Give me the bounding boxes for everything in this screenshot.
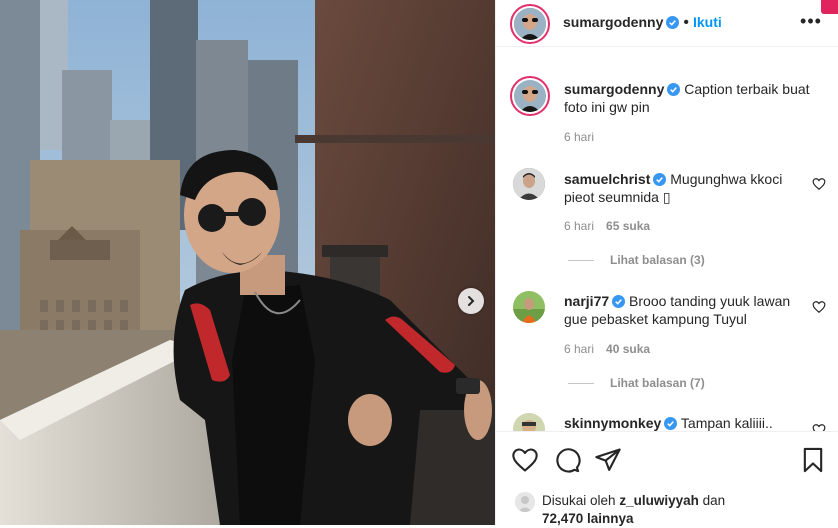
post-photo[interactable] [0, 0, 495, 525]
liked-by-user[interactable]: z_uluwiyyah [619, 493, 699, 508]
comment-body-line1: Brooo tanding yuuk lawan [629, 293, 791, 309]
caption-avatar[interactable] [510, 76, 550, 116]
liked-by-prefix: Disukai oleh [542, 493, 616, 508]
share-icon[interactable] [594, 446, 622, 474]
heart-icon[interactable] [511, 446, 539, 474]
instagram-post-view: sumargodenny • Ikuti ••• sumargodenny Ca… [0, 0, 838, 526]
avatar-image [513, 291, 545, 323]
photo-illustration [0, 0, 495, 525]
view-replies-label: Lihat balasan (7) [610, 376, 705, 390]
follow-button[interactable]: Ikuti [693, 14, 722, 30]
verified-badge-icon [664, 417, 678, 430]
comment-text: narji77 Brooo tanding yuuk lawan gue peb… [564, 292, 809, 328]
comment-meta: 6 hari 65 suka [564, 219, 650, 233]
comment-text: samuelchrist Mugunghwa kkoci pieot seumn… [564, 170, 809, 206]
comment-body-line1: Tampan kaliiii.. [680, 415, 773, 431]
post-header: sumargodenny • Ikuti ••• [496, 0, 838, 47]
verified-badge-icon [667, 83, 681, 96]
close-tab-marker [821, 0, 838, 14]
liker-avatar[interactable] [515, 492, 535, 512]
avatar-image [515, 492, 535, 512]
caption-username[interactable]: sumargodenny [564, 81, 664, 97]
caption-time: 6 hari [564, 130, 595, 144]
caption-text: sumargodenny Caption terbaik buat foto i… [564, 80, 826, 116]
caption-body-line1: Caption terbaik buat [684, 81, 810, 97]
comment-icon[interactable] [553, 446, 581, 474]
comment-username[interactable]: samuelchrist [564, 171, 650, 187]
comment-body-line2: gue pebasket kampung Tuyul [564, 311, 747, 327]
comment-like-heart-icon[interactable] [812, 423, 826, 431]
replies-divider [568, 260, 594, 262]
header-user-line: sumargodenny • Ikuti [563, 14, 722, 32]
verified-badge-icon [653, 173, 667, 186]
post-actions: Disukai oleh z_uluwiyyah dan 72,470 lain… [496, 431, 838, 526]
post-side-panel: sumargodenny • Ikuti ••• sumargodenny Ca… [495, 0, 838, 526]
replies-divider [568, 383, 594, 385]
comment-likes[interactable]: 40 suka [606, 342, 650, 356]
avatar-image [513, 413, 545, 431]
bookmark-icon[interactable] [799, 446, 827, 474]
caption-body-line2: foto ini gw pin [564, 99, 650, 115]
comment-like-heart-icon[interactable] [812, 300, 826, 314]
view-replies-button[interactable]: Lihat balasan (7) [568, 376, 705, 390]
next-photo-button[interactable] [458, 288, 484, 314]
view-replies-label: Lihat balasan (3) [610, 253, 705, 267]
comment-time: 6 hari [564, 219, 595, 233]
author-avatar[interactable] [510, 4, 550, 44]
liked-by-summary: Disukai oleh z_uluwiyyah dan 72,470 lain… [542, 492, 822, 528]
more-options-icon[interactable]: ••• [799, 12, 823, 34]
comments-list: sumargodenny Caption terbaik buat foto i… [496, 47, 838, 431]
verified-badge-icon [666, 16, 680, 29]
liked-by-conj: dan [702, 493, 726, 508]
verified-badge-icon [612, 295, 626, 308]
chevron-right-icon [468, 296, 475, 306]
comment-body-line2: pieot seumnida ▯ [564, 189, 671, 205]
avatar-image [514, 80, 546, 112]
author-username[interactable]: sumargodenny [563, 14, 663, 30]
likes-count[interactable]: 72,470 lainnya [542, 511, 634, 526]
view-replies-button[interactable]: Lihat balasan (3) [568, 253, 705, 267]
comment-body-line1: Mugunghwa kkoci [670, 171, 783, 187]
comment-time: 6 hari [564, 342, 595, 356]
comment-username[interactable]: skinnymonkey [564, 415, 661, 431]
comment-like-heart-icon[interactable] [812, 177, 826, 191]
commenter-avatar[interactable] [513, 168, 545, 200]
avatar-image [514, 8, 546, 40]
comment-meta: 6 hari 40 suka [564, 342, 650, 356]
comment-username[interactable]: narji77 [564, 293, 609, 309]
comment-likes[interactable]: 65 suka [606, 219, 650, 233]
avatar-image [513, 168, 545, 200]
comment-text: skinnymonkey Tampan kaliiii.. [564, 414, 809, 431]
commenter-avatar[interactable] [513, 413, 545, 431]
separator-dot: • [683, 14, 689, 31]
commenter-avatar[interactable] [513, 291, 545, 323]
